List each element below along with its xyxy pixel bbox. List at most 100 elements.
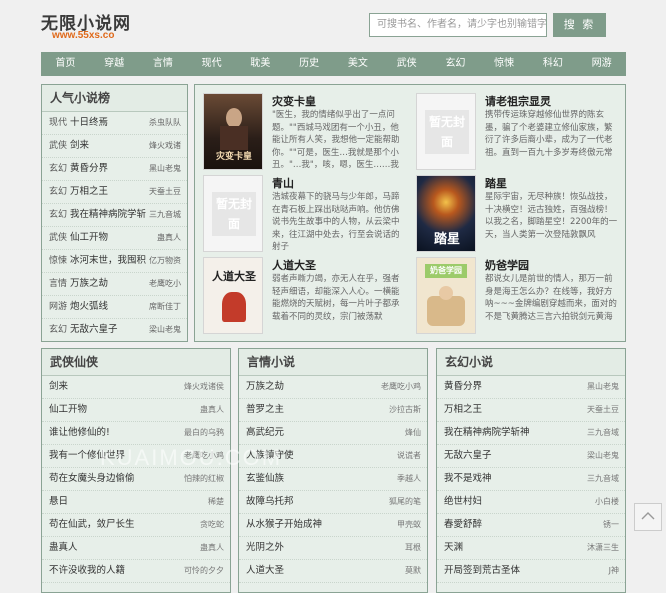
book-title[interactable]: 苟在仙武，敛尸长生 [49,514,135,536]
list-item[interactable]: 从水猴子开始成神 甲壳蚁 [239,514,427,537]
list-item[interactable]: 万相之王 天蚕土豆 [437,399,625,422]
rank-row[interactable]: 玄幻 万相之王 天蚕土豆 [42,181,187,204]
nav-item-jingsong[interactable]: 惊悚 [480,52,529,76]
book-title[interactable]: 高武纪元 [246,422,284,444]
list-item[interactable]: 万族之劫 老鹰吃小鸡 [239,376,427,399]
book-title[interactable]: 从水猴子开始成神 [246,514,322,536]
featured-book[interactable]: 踏星 踏星 星际宇宙，无尽种族！恢弘战技，十决横空！远古独姓，百强战榜！以我之名… [416,175,617,255]
list-item[interactable]: 苟在女魔头身边偷偷 怕辣的红椒 [42,468,230,491]
rank-row[interactable]: 网游 炮火弧线 席断佳丁 [42,296,187,319]
rank-title[interactable]: 冰河末世，我囤积 [70,250,146,272]
list-item[interactable]: 人道大圣 莫默 [239,560,427,583]
book-title[interactable]: 春愛舒醉 [444,514,482,536]
book-title[interactable]: 玄鉴仙族 [246,468,284,490]
featured-title[interactable]: 人道大圣 [272,257,316,273]
book-cover[interactable]: 踏星 [416,175,476,252]
book-cover[interactable]: 奶爸学园 [416,257,476,334]
list-item[interactable]: 仙工开物 蛊真人 [42,399,230,422]
list-title[interactable]: 玄幻小说 [437,349,625,376]
search-input[interactable]: 可搜书名、作者名，请少字也别输错字 [369,13,547,37]
book-cover[interactable]: 灾变卡皇 [203,93,263,170]
list-item[interactable]: 黄昏分界 黑山老鬼 [437,376,625,399]
book-title[interactable]: 天渊 [444,537,463,559]
book-title[interactable]: 绝世村妇 [444,491,482,513]
list-item[interactable]: 玄鉴仙族 季越人 [239,468,427,491]
nav-item-danmei[interactable]: 耽美 [236,52,285,76]
back-to-top-button[interactable] [634,503,662,531]
featured-book[interactable]: 暂无封面 请老祖宗显灵 携带传运珠穿越修仙世界的陈玄墨，骗了个老婆建立修仙家族，… [416,93,616,173]
book-title[interactable]: 我在精神病院学斩神 [444,422,530,444]
list-item[interactable]: 剑来 烽火戏诸侯 [42,376,230,399]
nav-item-xiandai[interactable]: 现代 [187,52,236,76]
rank-row[interactable]: 言情 万族之劫 老鹰吃小 [42,273,187,296]
rank-row[interactable]: 武侠 仙工开物 蛊真人 [42,227,187,250]
rank-row[interactable]: 玄幻 黄昏分界 黑山老鬼 [42,158,187,181]
featured-title[interactable]: 奶爸学园 [485,257,529,273]
rank-row[interactable]: 玄幻 无敌六皇子 梁山老鬼 [42,319,187,342]
book-title[interactable]: 我不是戏神 [444,468,492,490]
book-title[interactable]: 悬日 [49,491,68,513]
book-title[interactable]: 剑来 [49,376,68,398]
nav-item-chuanyue[interactable]: 穿越 [90,52,139,76]
featured-title[interactable]: 踏星 [485,175,507,191]
book-title[interactable]: 光阴之外 [246,537,284,559]
book-cover[interactable]: 暂无封面 [203,175,263,252]
nav-item-wuxia[interactable]: 武侠 [382,52,431,76]
list-item[interactable]: 开局签到荒古圣体 J神 [437,560,625,583]
nav-item-wangyou[interactable]: 网游 [577,52,626,76]
book-title[interactable]: 故障乌托邦 [246,491,294,513]
rank-title[interactable]: 仙工开物 [70,227,108,249]
list-item[interactable]: 故障乌托邦 狐尾的笔 [239,491,427,514]
featured-book[interactable]: 奶爸学园 奶爸学园 都说女儿是前世的情人，那万一前身是海王怎么办？在线等，我好方… [416,257,617,337]
featured-book[interactable]: 人道大圣 人道大圣 弱者声嘶力竭，亦无人在乎，强者轻声细语，却能深入人心。一横能… [203,257,403,337]
featured-title[interactable]: 青山 [272,175,294,191]
nav-item-xuanhuan[interactable]: 玄幻 [431,52,480,76]
list-title[interactable]: 言情小说 [239,349,427,376]
list-item[interactable]: 不许没收我的人籍 可怜的夕夕 [42,560,230,583]
featured-book[interactable]: 灾变卡皇 灾变卡皇 "医生，我的情绪似乎出了一点问题。""西城马戏团有一个小丑，… [203,93,403,173]
nav-item-lishi[interactable]: 历史 [285,52,334,76]
featured-title[interactable]: 灾变卡皇 [272,93,316,109]
list-item[interactable]: 绝世村妇 小白楼 [437,491,625,514]
rank-title[interactable]: 无敌六皇子 [70,319,118,341]
list-item[interactable]: 光阴之外 耳根 [239,537,427,560]
nav-item-meiwen[interactable]: 美文 [334,52,383,76]
book-title[interactable]: 不许没收我的人籍 [49,560,125,582]
rank-row[interactable]: 武侠 剑来 烽火戏诸 [42,135,187,158]
book-title[interactable]: 黄昏分界 [444,376,482,398]
book-cover[interactable]: 暂无封面 [416,93,476,170]
rank-row[interactable]: 惊悚 冰河末世，我囤积 亿万物资 [42,250,187,273]
nav-item-home[interactable]: 首页 [41,52,90,76]
list-item[interactable]: 苟在仙武，敛尸长生 贪吃蛇 [42,514,230,537]
list-item[interactable]: 我不是戏神 三九音域 [437,468,625,491]
rank-title[interactable]: 万相之王 [70,181,108,203]
rank-title[interactable]: 炮火弧线 [70,296,108,318]
rank-title[interactable]: 十日终焉 [70,112,108,134]
list-item[interactable]: 我在精神病院学斩神 三九音域 [437,422,625,445]
book-title[interactable]: 无敌六皇子 [444,445,492,467]
search-button[interactable]: 搜 索 [553,13,606,37]
book-title[interactable]: 苟在女魔头身边偷偷 [49,468,135,490]
list-item[interactable]: 天渊 沐潇三生 [437,537,625,560]
nav-item-kehuan[interactable]: 科幻 [529,52,578,76]
book-title[interactable]: 人道大圣 [246,560,284,582]
book-title[interactable]: 仙工开物 [49,399,87,421]
rank-title[interactable]: 黄昏分界 [70,158,108,180]
book-title[interactable]: 开局签到荒古圣体 [444,560,520,582]
rank-title[interactable]: 我在精神病院学斩 [70,204,146,226]
rank-title[interactable]: 万族之劫 [70,273,108,295]
featured-book[interactable]: 暂无封面 青山 浩城夜幕下的骁马与少年郎，马蹄在青石板上踩出哒哒声响。他仿佛说书… [203,175,403,255]
list-item[interactable]: 蛊真人 蛊真人 [42,537,230,560]
list-item[interactable]: 普罗之主 沙拉古斯 [239,399,427,422]
book-title[interactable]: 万族之劫 [246,376,284,398]
book-title[interactable]: 蛊真人 [49,537,78,559]
list-title[interactable]: 武侠仙侠 [42,349,230,376]
book-title[interactable]: 万相之王 [444,399,482,421]
rank-title[interactable]: 剑来 [70,135,89,157]
list-item[interactable]: 春愛舒醉 锈一 [437,514,625,537]
list-item[interactable]: 谁让他修仙的! 最白的乌鸦 [42,422,230,445]
book-title[interactable]: 谁让他修仙的! [49,422,110,444]
nav-item-yanqing[interactable]: 言情 [139,52,188,76]
rank-row[interactable]: 玄幻 我在精神病院学斩 三九音城 [42,204,187,227]
list-item[interactable]: 高武纪元 烽仙 [239,422,427,445]
